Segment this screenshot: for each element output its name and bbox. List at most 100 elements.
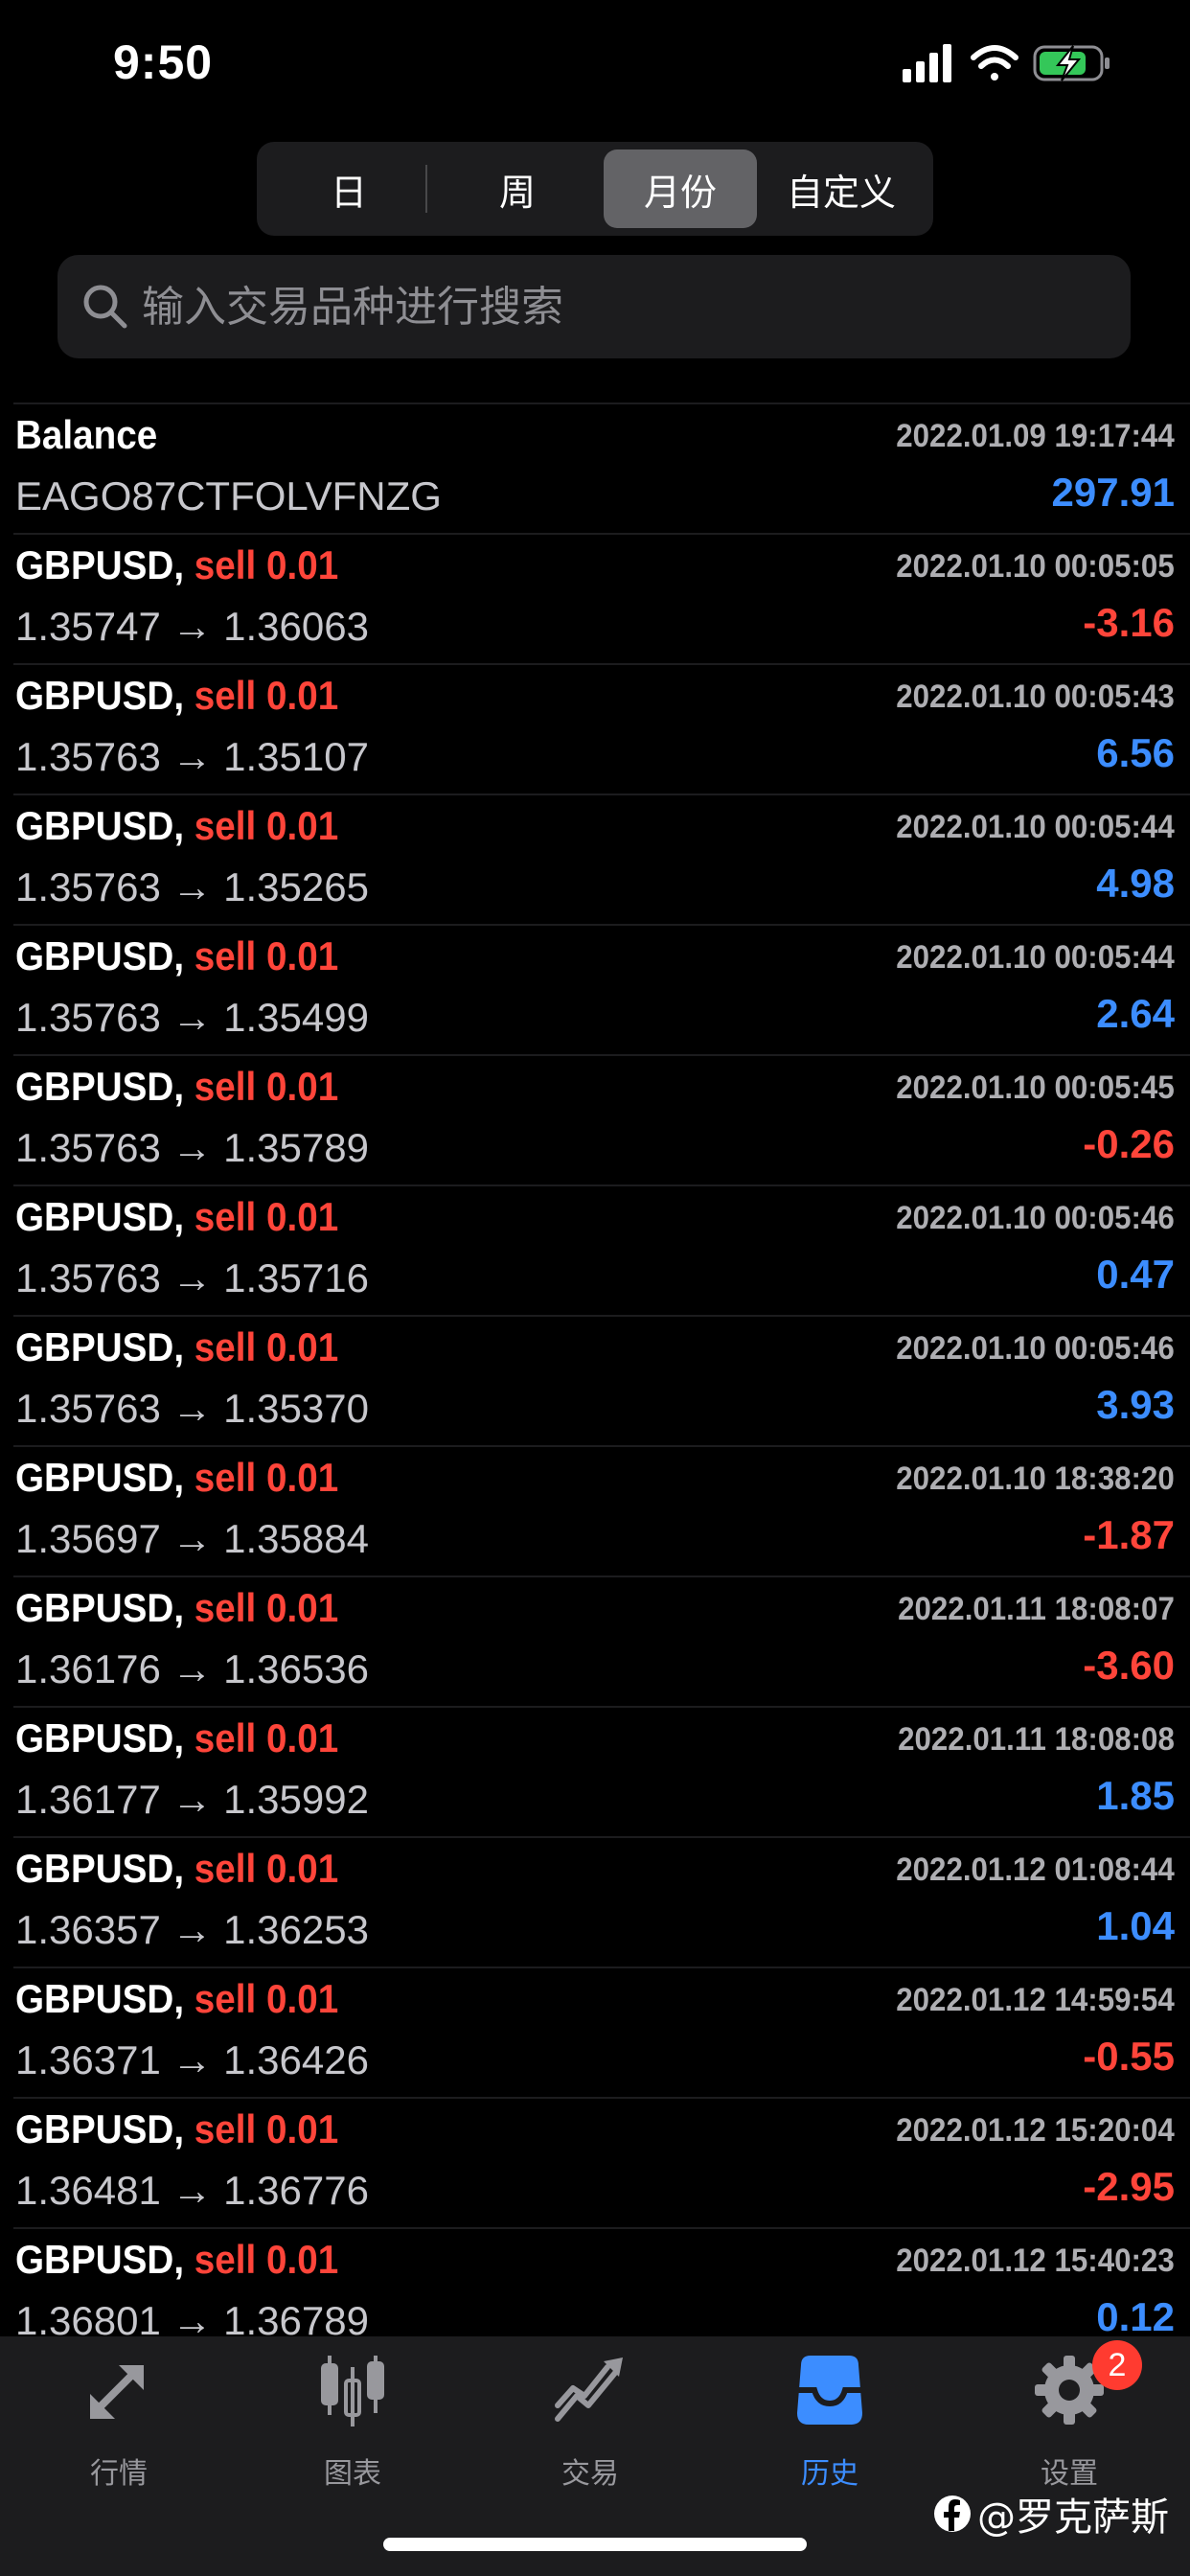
home-indicator[interactable] bbox=[383, 2538, 807, 2551]
tab-quotes[interactable]: 行情 bbox=[42, 2352, 195, 2496]
deal-datetime: 2022.01.10 00:05:46 bbox=[896, 1330, 1175, 1367]
deal-datetime: 2022.01.10 00:05:44 bbox=[896, 809, 1175, 845]
deal-symbol-line: GBPUSD, sell 0.01 bbox=[15, 1715, 338, 1761]
deal-row[interactable]: GBPUSD, sell 0.01 2022.01.10 00:05:44 1.35… bbox=[13, 794, 1190, 924]
deal-symbol: GBPUSD bbox=[15, 2106, 174, 2151]
settings-badge: 2 bbox=[1092, 2340, 1142, 2390]
history-inbox-icon bbox=[797, 2356, 862, 2425]
deal-prices: 1.35763 → 1.35499 bbox=[15, 995, 369, 1040]
deal-row[interactable]: GBPUSD, sell 0.01 2022.01.10 00:05:46 1.35… bbox=[13, 1315, 1190, 1445]
balance-row[interactable]: Balance 2022.01.09 19:17:44 EAGO87CTFOLV… bbox=[13, 402, 1190, 533]
deal-profit: -0.26 bbox=[1083, 1121, 1175, 1166]
deal-symbol: GBPUSD bbox=[15, 1064, 174, 1109]
deal-symbol-line: GBPUSD, sell 0.01 bbox=[15, 1455, 338, 1501]
balance-datetime: 2022.01.09 19:17:44 bbox=[896, 418, 1175, 454]
deal-prices: 1.36177 → 1.35992 bbox=[15, 1777, 369, 1822]
deal-prices: 1.36357 → 1.36253 bbox=[15, 1907, 369, 1952]
deal-row[interactable]: GBPUSD, sell 0.01 2022.01.10 00:05:46 1.35… bbox=[13, 1184, 1190, 1315]
deal-row[interactable]: GBPUSD, sell 0.01 2022.01.12 14:59:54 1.36… bbox=[13, 1966, 1190, 2097]
deal-action: sell 0.01 bbox=[194, 1715, 339, 1760]
deal-row[interactable]: GBPUSD, sell 0.01 2022.01.11 18:08:07 1.36… bbox=[13, 1576, 1190, 1706]
deal-row[interactable]: GBPUSD, sell 0.01 2022.01.10 18:38:20 1.35… bbox=[13, 1445, 1190, 1576]
deal-action: sell 0.01 bbox=[194, 542, 339, 587]
deal-row[interactable]: GBPUSD, sell 0.01 2022.01.12 15:20:04 1.36… bbox=[13, 2097, 1190, 2227]
battery-charging-icon bbox=[1033, 45, 1110, 81]
tab-history[interactable]: 历史 bbox=[753, 2352, 906, 2496]
deal-prices: 1.35763 → 1.35265 bbox=[15, 864, 369, 909]
deal-symbol-line: GBPUSD, sell 0.01 bbox=[15, 1846, 338, 1892]
deal-separator: , bbox=[173, 2237, 185, 2282]
deal-separator: , bbox=[173, 1455, 185, 1500]
trade-chart-icon bbox=[555, 2358, 623, 2422]
tab-charts-label: 图表 bbox=[324, 2457, 381, 2491]
deal-separator: , bbox=[173, 1846, 185, 1891]
deal-symbol: GBPUSD bbox=[15, 2237, 174, 2282]
deal-symbol: GBPUSD bbox=[15, 1976, 174, 2021]
deal-datetime: 2022.01.10 00:05:46 bbox=[896, 1200, 1175, 1236]
deal-prices: 1.36481 → 1.36776 bbox=[15, 2168, 369, 2213]
deal-action: sell 0.01 bbox=[194, 1976, 339, 2021]
deal-symbol: GBPUSD bbox=[15, 1324, 174, 1369]
deal-separator: , bbox=[173, 673, 185, 718]
deal-symbol-line: GBPUSD, sell 0.01 bbox=[15, 803, 338, 849]
search-bar[interactable] bbox=[57, 255, 1131, 358]
deal-profit: -3.16 bbox=[1083, 600, 1175, 645]
balance-title: Balance bbox=[15, 412, 158, 457]
deal-prices: 1.35697 → 1.35884 bbox=[15, 1516, 369, 1561]
deal-row[interactable]: GBPUSD, sell 0.01 2022.01.10 00:05:05 1.35… bbox=[13, 533, 1190, 663]
segment-week[interactable]: 周 bbox=[441, 150, 594, 228]
deal-row[interactable]: GBPUSD, sell 0.01 2022.01.11 18:08:08 1.36… bbox=[13, 1706, 1190, 1836]
segment-month[interactable]: 月份 bbox=[604, 150, 757, 228]
deal-action: sell 0.01 bbox=[194, 1455, 339, 1500]
deal-symbol-line: GBPUSD, sell 0.01 bbox=[15, 1064, 338, 1110]
deal-action: sell 0.01 bbox=[194, 1064, 339, 1109]
deal-row[interactable]: GBPUSD, sell 0.01 2022.01.10 00:05:45 1.35… bbox=[13, 1054, 1190, 1184]
deal-action: sell 0.01 bbox=[194, 1846, 339, 1891]
tab-history-label: 历史 bbox=[801, 2457, 858, 2491]
deal-separator: , bbox=[173, 542, 185, 587]
deal-symbol-line: GBPUSD, sell 0.01 bbox=[15, 673, 338, 719]
tab-charts[interactable]: 图表 bbox=[276, 2352, 429, 2496]
deal-datetime: 2022.01.12 01:08:44 bbox=[896, 1852, 1175, 1888]
deal-profit: -3.60 bbox=[1083, 1643, 1175, 1688]
deal-prices: 1.35763 → 1.35107 bbox=[15, 734, 369, 779]
balance-amount: 297.91 bbox=[1051, 470, 1175, 515]
segment-custom[interactable]: 自定义 bbox=[765, 150, 918, 228]
segment-divider bbox=[425, 165, 427, 213]
deal-profit: 3.93 bbox=[1096, 1382, 1175, 1427]
history-list: Balance 2022.01.09 19:17:44 EAGO87CTFOLV… bbox=[13, 402, 1190, 2358]
facebook-icon bbox=[934, 2496, 971, 2532]
deal-separator: , bbox=[173, 1324, 185, 1369]
deal-profit: 1.04 bbox=[1096, 1903, 1175, 1948]
deal-symbol: GBPUSD bbox=[15, 1455, 174, 1500]
deal-prices: 1.36371 → 1.36426 bbox=[15, 2037, 369, 2082]
deal-symbol: GBPUSD bbox=[15, 542, 174, 587]
watermark: @罗克萨斯 bbox=[933, 2486, 1169, 2542]
deal-action: sell 0.01 bbox=[194, 1585, 339, 1630]
deal-action: sell 0.01 bbox=[194, 803, 339, 848]
deal-separator: , bbox=[173, 1585, 185, 1630]
deal-separator: , bbox=[173, 1976, 185, 2021]
quotes-arrows-icon bbox=[90, 2365, 144, 2419]
deal-profit: 6.56 bbox=[1096, 730, 1175, 775]
deal-prices: 1.35763 → 1.35370 bbox=[15, 1386, 369, 1431]
deal-prices: 1.35747 → 1.36063 bbox=[15, 604, 369, 649]
deal-symbol-line: GBPUSD, sell 0.01 bbox=[15, 542, 338, 588]
deal-symbol: GBPUSD bbox=[15, 673, 174, 718]
deal-profit: 0.47 bbox=[1096, 1252, 1175, 1297]
segment-day[interactable]: 日 bbox=[272, 150, 425, 228]
deal-action: sell 0.01 bbox=[194, 933, 339, 978]
deal-symbol: GBPUSD bbox=[15, 933, 174, 978]
balance-id: EAGO87CTFOLVFNZG bbox=[15, 473, 442, 518]
deal-row[interactable]: GBPUSD, sell 0.01 2022.01.10 00:05:44 1.35… bbox=[13, 924, 1190, 1054]
search-input[interactable] bbox=[142, 255, 1100, 358]
tab-trade[interactable]: 交易 bbox=[514, 2352, 667, 2496]
deal-row[interactable]: GBPUSD, sell 0.01 2022.01.10 00:05:43 1.35… bbox=[13, 663, 1190, 794]
deal-datetime: 2022.01.11 18:08:08 bbox=[898, 1721, 1175, 1758]
deal-action: sell 0.01 bbox=[194, 1194, 339, 1239]
search-icon bbox=[83, 285, 127, 329]
deal-action: sell 0.01 bbox=[194, 2237, 339, 2282]
deal-symbol-line: GBPUSD, sell 0.01 bbox=[15, 1976, 338, 2022]
deal-row[interactable]: GBPUSD, sell 0.01 2022.01.12 01:08:44 1.36… bbox=[13, 1836, 1190, 1966]
deal-separator: , bbox=[173, 803, 185, 848]
